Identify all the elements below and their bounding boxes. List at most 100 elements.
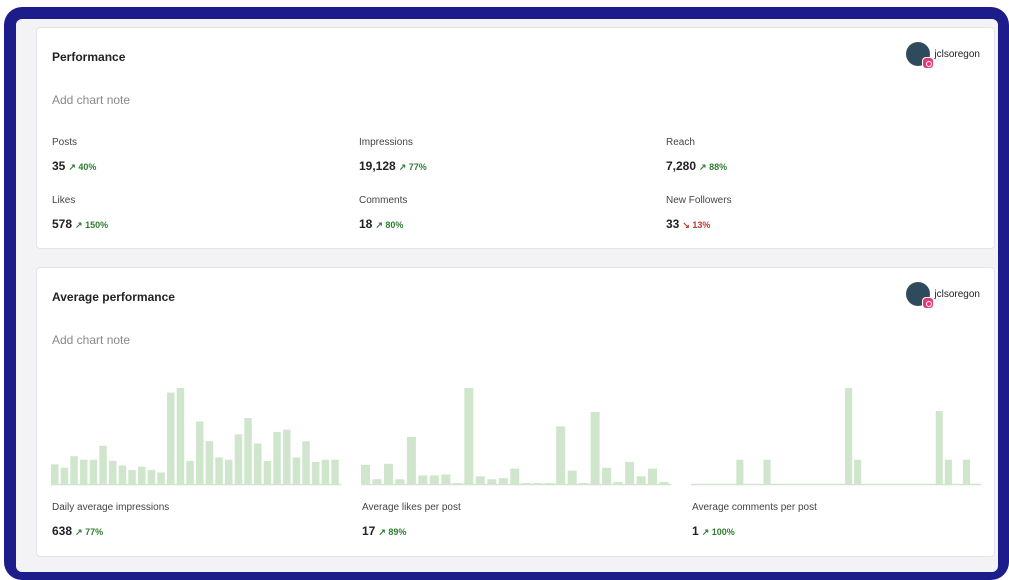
chart-bar[interactable] bbox=[361, 464, 370, 484]
metric-change: ↗ 88% bbox=[699, 162, 728, 172]
metric-value: 35 bbox=[52, 159, 66, 173]
chart-bar[interactable] bbox=[854, 459, 862, 484]
chart-bar[interactable] bbox=[167, 392, 175, 484]
metric-label: Comments bbox=[359, 195, 408, 206]
chart-bar[interactable] bbox=[109, 460, 117, 484]
chart-bar[interactable] bbox=[263, 460, 272, 484]
metric-value: 638 bbox=[52, 524, 73, 538]
chart-bar[interactable] bbox=[384, 463, 393, 484]
performance-card: Performance jclsoregon Add chart note Po… bbox=[36, 27, 995, 249]
chart-bar[interactable] bbox=[138, 466, 146, 484]
metric-change: ↗ 100% bbox=[701, 527, 735, 537]
chart-bar[interactable] bbox=[196, 421, 204, 485]
window-frame: Performance jclsoregon Add chart note Po… bbox=[4, 7, 1009, 580]
chart-bar[interactable] bbox=[225, 459, 233, 484]
account-selector[interactable]: jclsoregon bbox=[906, 42, 980, 69]
chart-bar[interactable] bbox=[533, 483, 543, 484]
metric-reach: Reach 7,280 ↗ 88% bbox=[666, 137, 727, 175]
metric-value: 19,128 bbox=[359, 159, 396, 173]
chart-bar[interactable] bbox=[312, 462, 320, 484]
metric-change: ↗ 77% bbox=[75, 527, 104, 537]
chart-bar[interactable] bbox=[80, 459, 88, 484]
metric-change: ↗ 150% bbox=[75, 220, 109, 230]
chart-bar[interactable] bbox=[544, 483, 554, 484]
avatar bbox=[906, 42, 935, 69]
chart-bar[interactable] bbox=[302, 441, 310, 484]
chart-bar[interactable] bbox=[845, 388, 853, 484]
chart-bar[interactable] bbox=[331, 459, 339, 484]
chart-bar[interactable] bbox=[254, 443, 262, 485]
avatar bbox=[906, 282, 935, 309]
account-name: jclsoregon bbox=[934, 288, 980, 300]
chart-bar[interactable] bbox=[475, 476, 485, 484]
chart-bar[interactable] bbox=[395, 479, 405, 484]
chart-bar[interactable] bbox=[118, 465, 127, 485]
chart-bar[interactable] bbox=[521, 483, 531, 484]
add-chart-note[interactable]: Add chart note bbox=[52, 93, 130, 107]
metric-change: ↗ 77% bbox=[398, 162, 427, 172]
chart-bar[interactable] bbox=[579, 483, 589, 484]
chart-bar[interactable] bbox=[321, 459, 330, 484]
chart-bar[interactable] bbox=[157, 472, 165, 484]
chart-bar[interactable] bbox=[60, 467, 69, 484]
chart-bar[interactable] bbox=[283, 429, 291, 484]
chart-bar[interactable] bbox=[464, 388, 474, 484]
metric-daily-average-impressions: Daily average impressions 638 ↗ 77% bbox=[52, 502, 169, 540]
chart-bar[interactable] bbox=[567, 470, 577, 484]
metric-average-likes: Average likes per post 17 ↗ 89% bbox=[362, 502, 461, 540]
chart-bar[interactable] bbox=[147, 470, 156, 484]
chart-bar[interactable] bbox=[763, 459, 771, 484]
metric-value: 7,280 bbox=[666, 159, 697, 173]
chart-bar[interactable] bbox=[70, 456, 78, 484]
metric-change: ↘ 13% bbox=[682, 220, 711, 230]
chart-bar[interactable] bbox=[498, 478, 508, 484]
chart-bar[interactable] bbox=[556, 426, 566, 484]
metric-label: Likes bbox=[52, 195, 76, 206]
instagram-icon bbox=[922, 57, 935, 69]
chart-bar[interactable] bbox=[636, 476, 646, 484]
metric-new-followers: New Followers 33 ↘ 13% bbox=[666, 195, 732, 233]
add-chart-note[interactable]: Add chart note bbox=[52, 333, 130, 347]
chart-bar[interactable] bbox=[51, 464, 59, 484]
chart-bar[interactable] bbox=[452, 483, 462, 484]
chart-bar[interactable] bbox=[590, 412, 600, 484]
chart-bar[interactable] bbox=[418, 475, 428, 484]
metric-value: 18 bbox=[359, 217, 373, 231]
chart-bar[interactable] bbox=[962, 459, 970, 484]
metric-label: New Followers bbox=[666, 195, 732, 206]
chart-bar[interactable] bbox=[186, 460, 194, 484]
sparkline-charts bbox=[51, 388, 981, 486]
chart-bar[interactable] bbox=[292, 457, 301, 484]
chart-bar[interactable] bbox=[659, 482, 669, 484]
charts-row bbox=[51, 386, 981, 486]
chart-bar[interactable] bbox=[89, 459, 98, 484]
chart-bar[interactable] bbox=[602, 467, 612, 484]
chart-bar[interactable] bbox=[372, 479, 382, 484]
chart-bar[interactable] bbox=[205, 441, 214, 484]
metric-label: Posts bbox=[52, 137, 78, 148]
chart-bar[interactable] bbox=[736, 459, 744, 484]
chart-bar[interactable] bbox=[487, 479, 497, 484]
chart-bar[interactable] bbox=[648, 468, 657, 484]
chart-bar[interactable] bbox=[429, 475, 439, 484]
chart-bar[interactable] bbox=[273, 432, 281, 484]
metric-posts: Posts 35 ↗ 40% bbox=[52, 137, 96, 175]
chart-bar[interactable] bbox=[510, 468, 520, 484]
chart-bar[interactable] bbox=[441, 474, 451, 484]
chart-bar[interactable] bbox=[935, 411, 943, 484]
dashboard-content: Performance jclsoregon Add chart note Po… bbox=[16, 19, 998, 572]
chart-bar[interactable] bbox=[406, 437, 416, 484]
chart-bar[interactable] bbox=[128, 470, 136, 484]
metric-label: Daily average impressions bbox=[52, 502, 170, 513]
metric-label: Reach bbox=[666, 137, 695, 148]
chart-bar[interactable] bbox=[613, 482, 623, 484]
chart-bar[interactable] bbox=[99, 445, 107, 484]
chart-bar[interactable] bbox=[176, 388, 185, 484]
chart-bar[interactable] bbox=[625, 461, 635, 484]
chart-bar[interactable] bbox=[944, 459, 952, 484]
chart-bar[interactable] bbox=[234, 434, 243, 484]
chart-bar[interactable] bbox=[244, 418, 252, 484]
chart-bar[interactable] bbox=[215, 457, 223, 484]
metric-label: Impressions bbox=[359, 137, 413, 148]
account-selector[interactable]: jclsoregon bbox=[906, 282, 980, 309]
